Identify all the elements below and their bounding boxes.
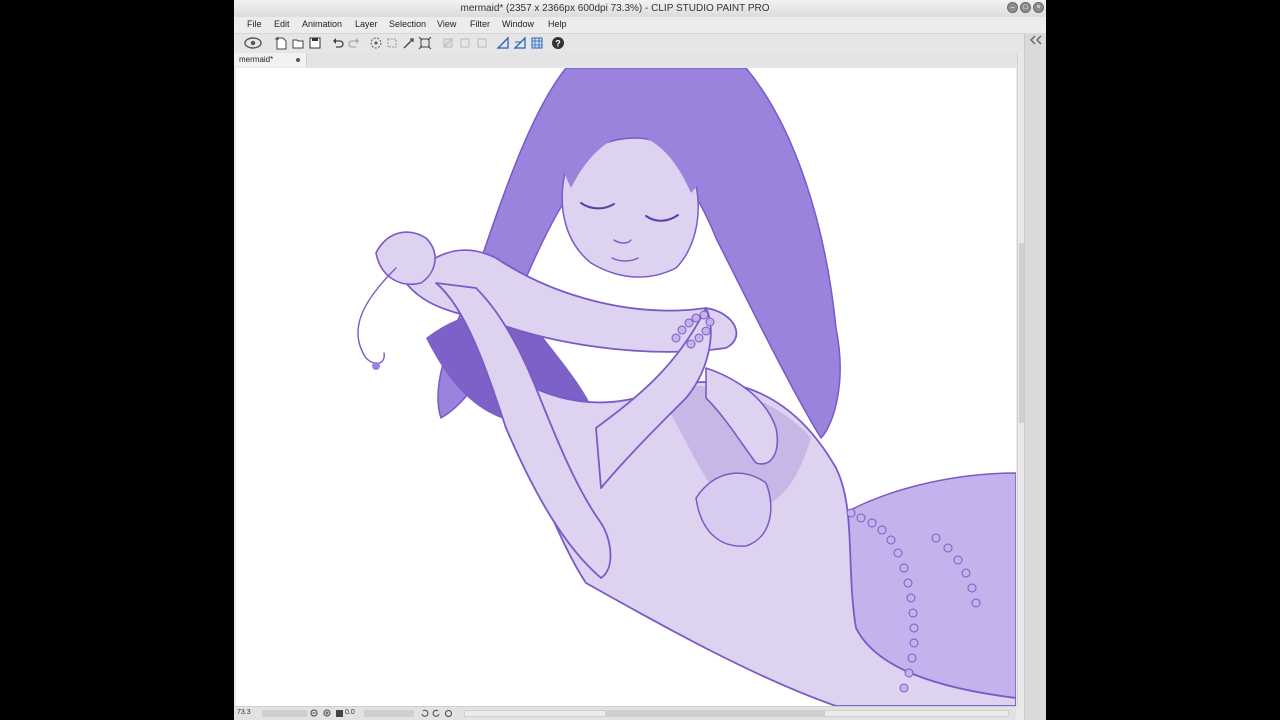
menu-filter[interactable]: Filter — [470, 19, 490, 29]
menu-edit[interactable]: Edit — [274, 19, 290, 29]
snap-special-ruler-icon[interactable] — [513, 36, 527, 50]
zoom-in-icon[interactable] — [323, 709, 332, 718]
tab-label: mermaid* — [239, 55, 274, 64]
mermaid-illustration — [357, 68, 1016, 706]
svg-text:?: ? — [555, 39, 561, 49]
horizontal-scroll-thumb[interactable] — [605, 711, 825, 716]
app-window: mermaid* (2357 x 2366px 600dpi 73.3%) - … — [234, 0, 1046, 720]
maximize-icon[interactable]: □ — [1020, 2, 1031, 13]
scale-icon[interactable] — [418, 36, 432, 50]
new-file-icon[interactable] — [274, 36, 288, 50]
menu-animation[interactable]: Animation — [302, 19, 342, 29]
save-icon[interactable] — [308, 36, 322, 50]
redo-icon[interactable] — [347, 36, 361, 50]
clear-selection-icon[interactable] — [369, 36, 383, 50]
panel-dock-strip — [1024, 33, 1046, 720]
status-bar: 73.3 0.0 — [234, 706, 1016, 720]
horizontal-scrollbar[interactable] — [464, 710, 1009, 717]
rotate-left-icon[interactable] — [420, 709, 429, 718]
close-icon[interactable]: × — [1033, 2, 1044, 13]
document-tab-bar: mermaid* — [234, 53, 1046, 67]
window-title: mermaid* (2357 x 2366px 600dpi 73.3%) - … — [460, 3, 770, 14]
command-bar: ? — [234, 33, 1046, 55]
menu-bar: File Edit Animation Layer Selection View… — [234, 17, 1046, 33]
rotation-value[interactable]: 0.0 — [345, 709, 355, 716]
menu-help[interactable]: Help — [548, 19, 567, 29]
collapse-panel-icon[interactable] — [1028, 35, 1044, 45]
minimize-icon[interactable]: – — [1007, 2, 1018, 13]
open-file-icon[interactable] — [291, 36, 305, 50]
reset-rotation-icon[interactable] — [444, 709, 453, 718]
canvas[interactable] — [236, 68, 1016, 706]
zoom-slider[interactable] — [262, 710, 307, 717]
menu-file[interactable]: File — [247, 19, 262, 29]
snap-grid-icon[interactable] — [530, 36, 544, 50]
tab-mermaid[interactable]: mermaid* — [234, 53, 307, 67]
menu-view[interactable]: View — [437, 19, 456, 29]
help-icon[interactable]: ? — [551, 36, 565, 50]
bead — [372, 362, 380, 370]
clear-icon[interactable] — [458, 36, 472, 50]
clip-studio-logo-icon[interactable] — [244, 36, 262, 50]
crop-icon[interactable] — [385, 36, 399, 50]
fill-icon[interactable] — [441, 36, 455, 50]
rotation-slider[interactable] — [364, 710, 414, 717]
zoom-out-icon[interactable] — [310, 709, 319, 718]
menu-window[interactable]: Window — [502, 19, 534, 29]
title-bar: mermaid* (2357 x 2366px 600dpi 73.3%) - … — [234, 0, 1046, 18]
snap-ruler-icon[interactable] — [496, 36, 510, 50]
menu-layer[interactable]: Layer — [355, 19, 378, 29]
hand-raised — [375, 231, 436, 285]
tab-close-icon[interactable] — [296, 58, 300, 62]
rotate-right-icon[interactable] — [432, 709, 441, 718]
menu-selection[interactable]: Selection — [389, 19, 426, 29]
fit-screen-icon[interactable] — [335, 709, 344, 718]
transform-icon[interactable] — [402, 36, 416, 50]
bracelet-string — [357, 267, 397, 365]
fit-icon[interactable] — [475, 36, 489, 50]
zoom-value[interactable]: 73.3 — [237, 709, 251, 716]
undo-icon[interactable] — [331, 36, 345, 50]
